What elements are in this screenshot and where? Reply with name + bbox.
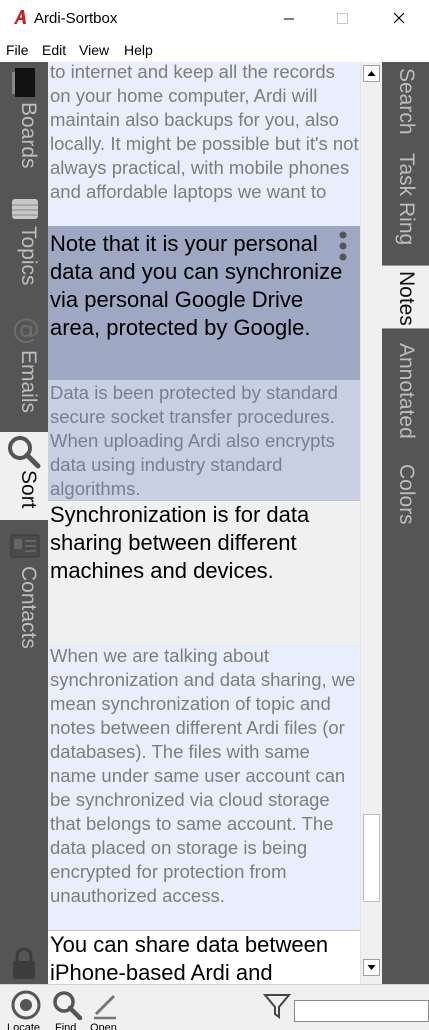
open-label: Open bbox=[90, 1022, 117, 1030]
note-item[interactable]: Synchronization is for data sharing betw… bbox=[48, 501, 360, 644]
note-item-selected[interactable]: Note that it is your personal data and y… bbox=[48, 226, 360, 380]
minimize-icon bbox=[284, 18, 294, 20]
tab-topics[interactable]: Topics bbox=[0, 192, 48, 302]
note-text: When we are talking about synchronizatio… bbox=[50, 645, 356, 906]
drag-handle-icon[interactable] bbox=[338, 230, 348, 264]
tab-annotated[interactable]: Annotated bbox=[382, 334, 429, 452]
note-item[interactable]: to internet and keep all the records on … bbox=[48, 62, 360, 226]
notes-list[interactable]: to internet and keep all the records on … bbox=[48, 62, 360, 984]
menu-edit[interactable]: Edit bbox=[42, 42, 66, 58]
svg-text:@: @ bbox=[12, 312, 40, 344]
tab-notes-label: Notes bbox=[395, 271, 418, 326]
magnifier-icon bbox=[8, 436, 41, 469]
note-text: Synchronization is for data sharing betw… bbox=[50, 502, 310, 583]
tab-contacts-label: Contacts bbox=[17, 566, 40, 649]
open-button[interactable] bbox=[88, 988, 122, 1022]
note-item[interactable]: You can share data between iPhone-based … bbox=[48, 931, 360, 984]
maximize-button[interactable] bbox=[320, 0, 366, 38]
menu-file[interactable]: File bbox=[6, 42, 29, 58]
locate-label: Locate bbox=[7, 1022, 41, 1030]
find-label: Find bbox=[55, 1022, 77, 1030]
tab-annotated-label: Annotated bbox=[395, 343, 418, 439]
title-bar: Ardi-Sortbox bbox=[0, 0, 429, 38]
note-item[interactable]: When we are talking about synchronizatio… bbox=[48, 644, 360, 930]
menu-help[interactable]: Help bbox=[124, 42, 153, 58]
tab-search-label: Search bbox=[395, 68, 418, 135]
filter-input[interactable] bbox=[294, 1000, 429, 1022]
left-sidebar: Boards Topics @ Emails Sort Contacts bbox=[0, 62, 48, 984]
topics-icon bbox=[12, 199, 38, 219]
tab-colors-label: Colors bbox=[395, 464, 418, 525]
tab-boards-label: Boards bbox=[17, 102, 40, 169]
tab-emails[interactable]: @ Emails bbox=[0, 310, 48, 425]
locate-button[interactable] bbox=[9, 988, 43, 1022]
tab-boards[interactable]: Boards bbox=[0, 62, 48, 182]
contacts-card-icon bbox=[10, 534, 40, 558]
menu-view[interactable]: View bbox=[79, 42, 109, 58]
vertical-scrollbar[interactable] bbox=[360, 62, 382, 984]
triangle-down-icon bbox=[367, 965, 376, 970]
scroll-thumb[interactable] bbox=[363, 814, 380, 902]
window-title: Ardi-Sortbox bbox=[34, 10, 118, 27]
menu-bar: File Edit View Help bbox=[0, 38, 429, 62]
tab-search[interactable]: Search bbox=[382, 62, 429, 144]
tab-sort-label: Sort bbox=[17, 470, 40, 509]
scroll-up-button[interactable] bbox=[363, 65, 380, 82]
filter-button[interactable] bbox=[262, 990, 292, 1020]
tab-sort[interactable]: Sort bbox=[0, 432, 48, 520]
right-sidebar: Search Task Ring Notes Annotated Colors bbox=[382, 62, 429, 984]
tab-colors[interactable]: Colors bbox=[382, 458, 429, 538]
note-item[interactable]: Data is been protected by standard secur… bbox=[48, 380, 360, 500]
find-button[interactable] bbox=[50, 988, 84, 1022]
triangle-up-icon bbox=[367, 71, 376, 76]
tab-task-ring-label: Task Ring bbox=[395, 153, 418, 246]
tab-task-ring[interactable]: Task Ring bbox=[382, 148, 429, 262]
find-magnifier-icon bbox=[53, 991, 83, 1021]
note-text: You can share data between iPhone-based … bbox=[50, 932, 329, 984]
tab-topics-label: Topics bbox=[17, 226, 40, 286]
note-text: Note that it is your personal data and y… bbox=[50, 231, 343, 340]
bottom-toolbar: Locate Find Open bbox=[0, 984, 429, 1030]
minimize-button[interactable] bbox=[266, 0, 312, 38]
app-logo-icon bbox=[14, 10, 26, 24]
filter-funnel-icon bbox=[262, 994, 292, 1019]
note-text: Data is been protected by standard secur… bbox=[50, 382, 338, 499]
close-icon bbox=[393, 12, 405, 24]
lock-icon[interactable] bbox=[11, 947, 37, 981]
close-button[interactable] bbox=[375, 0, 421, 38]
tab-notes[interactable]: Notes bbox=[382, 265, 429, 329]
board-icon bbox=[12, 68, 35, 97]
tab-emails-label: Emails bbox=[17, 350, 40, 414]
at-sign-icon: @ bbox=[12, 312, 40, 344]
pencil-icon bbox=[94, 994, 116, 1020]
locate-target-icon bbox=[11, 990, 41, 1020]
tab-contacts[interactable]: Contacts bbox=[0, 528, 48, 658]
maximize-icon bbox=[337, 13, 348, 24]
note-text: to internet and keep all the records on … bbox=[50, 62, 359, 202]
scroll-down-button[interactable] bbox=[363, 959, 380, 976]
